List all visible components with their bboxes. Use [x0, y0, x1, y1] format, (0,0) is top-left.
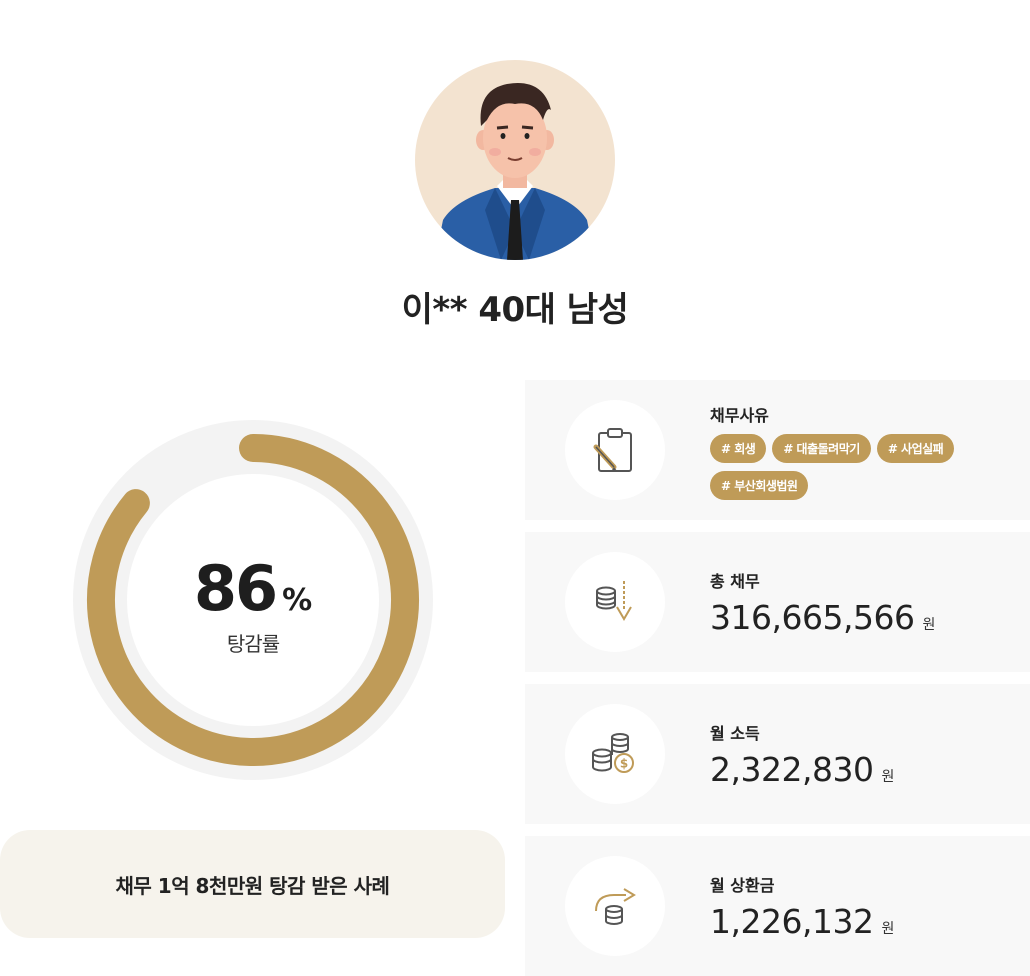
debt-reason-tags: # 회생 # 대출돌려막기 # 사업실패 # 부산회생법원 — [710, 434, 1010, 500]
avatar — [415, 60, 615, 260]
tag-rehabilitation: # 회생 — [710, 434, 767, 463]
total-debt-label: 총 채무 — [710, 572, 760, 591]
total-debt-value: 316,665,566 원 — [710, 598, 935, 637]
reduction-percent-value: 86 — [193, 552, 278, 625]
debt-reason-row: 채무사유 # 회생 # 대출돌려막기 # 사업실패 # 부산회생법원 — [525, 380, 1030, 520]
coin-stacks-icon: $ — [565, 704, 665, 804]
monthly-income-amount: 2,322,830 — [710, 750, 874, 789]
tag-business-failure: # 사업실패 — [876, 434, 955, 463]
total-debt-unit: 원 — [922, 617, 936, 633]
coins-return-arrow-icon — [565, 856, 665, 956]
tag-busan-court: # 부산회생법원 — [710, 471, 809, 500]
tag-loan-rollover: # 대출돌려막기 — [772, 434, 871, 463]
monthly-repayment-row: 월 상환금 1,226,132 원 — [525, 836, 1030, 976]
man-in-suit-avatar-icon — [435, 83, 595, 260]
case-summary-box: 채무 1억 8천만원 탕감 받은 사례 — [0, 830, 505, 938]
reduction-percent: 86% — [73, 552, 433, 625]
case-summary-text: 채무 1억 8천만원 탕감 받은 사례 — [115, 873, 390, 898]
coins-down-arrow-icon — [565, 552, 665, 652]
monthly-income-row: $ 월 소득 2,322,830 원 — [525, 684, 1030, 824]
monthly-income-label: 월 소득 — [710, 724, 760, 743]
debt-reason-label: 채무사유 — [710, 406, 769, 425]
reduction-label: 탕감률 — [226, 632, 280, 656]
monthly-income-value: 2,322,830 원 — [710, 750, 894, 789]
total-debt-row: 총 채무 316,665,566 원 — [525, 532, 1030, 672]
reduction-percent-unit: % — [282, 583, 313, 618]
monthly-repayment-value: 1,226,132 원 — [710, 902, 894, 941]
clipboard-pen-icon — [565, 400, 665, 500]
total-debt-amount: 316,665,566 — [710, 598, 915, 637]
monthly-income-unit: 원 — [881, 769, 895, 785]
monthly-repayment-unit: 원 — [881, 921, 895, 937]
svg-text:$: $ — [620, 757, 628, 771]
profile-title: 이** 40대 남성 — [401, 290, 629, 330]
monthly-repayment-label: 월 상환금 — [710, 876, 775, 895]
monthly-repayment-amount: 1,226,132 — [710, 902, 874, 941]
